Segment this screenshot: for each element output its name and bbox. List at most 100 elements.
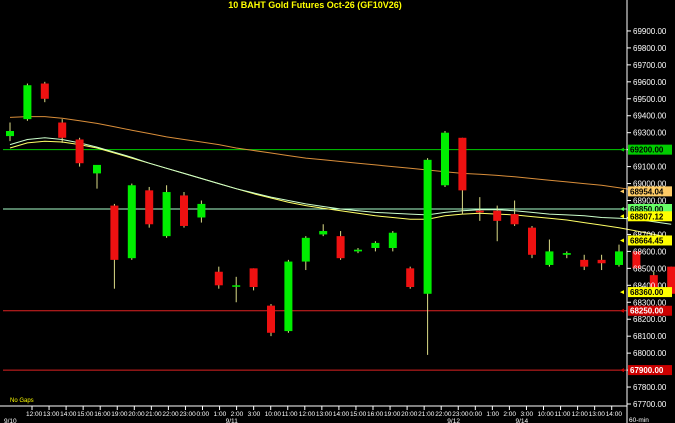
candle-body [110, 205, 119, 260]
x-tick-label: 10:00 [265, 411, 282, 418]
chart-title: 10 BAHT Gold Futures Oct-26 (GF10V26) [228, 0, 402, 10]
date-label: 9/12 [447, 418, 460, 423]
x-tick-label: 16:00 [94, 411, 111, 418]
candle-body [145, 190, 154, 225]
candle-body [388, 232, 397, 248]
x-tick-label: 13:00 [43, 411, 60, 418]
candle-body [319, 231, 328, 235]
x-tick-label: 1:00 [486, 411, 499, 418]
y-tick-label: 69300.00 [633, 129, 667, 138]
candle-body [232, 285, 241, 287]
candle-body [127, 185, 136, 259]
candle-body [528, 227, 536, 255]
x-tick-label: 13:00 [316, 411, 333, 418]
price-chart[interactable]: 67700.00 67800.00 67900.00 68000.00 68100.00… [0, 0, 675, 423]
x-tick-label: 22:00 [435, 411, 452, 418]
date-label: 9/10 [4, 418, 17, 423]
price-tag-label: 68807.12 [630, 212, 664, 221]
x-tick-label: 14:00 [60, 411, 77, 418]
y-tick-label: 69700.00 [633, 61, 667, 70]
candle-body [562, 253, 571, 255]
y-tick-label: 68100.00 [633, 332, 667, 341]
y-tick-label: 68200.00 [633, 315, 667, 324]
x-tick-label: 23:00 [179, 411, 196, 418]
y-tick-label: 68000.00 [633, 349, 667, 358]
x-tick-label: 3:00 [520, 411, 533, 418]
x-tick-label: 20:00 [401, 411, 418, 418]
x-tick-label: 1:00 [214, 411, 227, 418]
x-tick-label: 13:00 [589, 411, 606, 418]
no-gaps-label: No Gaps [10, 398, 34, 404]
chart-background [0, 0, 675, 423]
candle-body [58, 122, 67, 138]
x-tick-label: 11:00 [282, 411, 298, 418]
x-tick-label: 10:00 [538, 411, 555, 418]
candle-body [597, 259, 606, 264]
candle-body [493, 210, 502, 221]
date-label: 9/11 [226, 418, 239, 423]
x-tick-label: 19:00 [384, 411, 401, 418]
x-tick-label: 21:00 [145, 411, 162, 418]
x-tick-label: 14:00 [333, 411, 350, 418]
x-tick-label: 15:00 [350, 411, 367, 418]
candle-body [371, 242, 380, 248]
candle-body [23, 85, 32, 120]
y-tick-label: 67800.00 [633, 383, 667, 392]
price-tag-label: 68954.04 [630, 187, 664, 196]
y-tick-label: 69100.00 [633, 163, 667, 172]
x-tick-label: 22:00 [162, 411, 179, 418]
price-tag-label: 67900.00 [630, 366, 664, 375]
candle-body [458, 137, 467, 191]
x-tick-label: 0:00 [197, 411, 210, 418]
x-tick-label: 12:00 [572, 411, 589, 418]
y-tick-label: 69600.00 [633, 78, 667, 87]
x-tick-label: 23:00 [452, 411, 469, 418]
candle-body [180, 195, 188, 226]
candle-body [301, 237, 310, 262]
x-tick-label: 21:00 [418, 411, 435, 418]
y-tick-label: 69900.00 [633, 27, 667, 36]
candle-body [545, 251, 554, 265]
y-tick-label: 69500.00 [633, 95, 667, 104]
y-tick-label: 69800.00 [633, 44, 667, 53]
candle-body [354, 249, 362, 252]
y-tick-label: 67700.00 [633, 400, 667, 409]
price-tag-label: 68664.45 [630, 236, 664, 245]
candle-body [75, 139, 84, 164]
x-tick-label: 2:00 [503, 411, 516, 418]
price-tag-label: 69200.00 [630, 146, 664, 155]
candle-body [336, 236, 345, 259]
candle-body [162, 192, 171, 237]
x-tick-label: 0:00 [469, 411, 482, 418]
date-label: 9/14 [516, 418, 529, 423]
candle-body [40, 83, 49, 99]
candle-body [615, 251, 623, 265]
candle-body [441, 132, 449, 186]
y-tick-label: 68600.00 [633, 247, 667, 256]
candle-body [510, 214, 519, 225]
x-tick-label: 3:00 [248, 411, 261, 418]
candle-body [93, 164, 101, 174]
candle-body [6, 131, 14, 137]
candle-body [197, 203, 206, 218]
price-tag-label: 68250.00 [630, 307, 664, 316]
x-tick-label: 11:00 [555, 411, 571, 418]
y-tick-label: 68500.00 [633, 264, 667, 273]
y-tick-label: 69400.00 [633, 112, 667, 121]
x-tick-label: 12:00 [299, 411, 316, 418]
x-tick-label: 2:00 [231, 411, 244, 418]
x-tick-label: 12:00 [26, 411, 43, 418]
candle-body [423, 159, 432, 294]
candle-body [475, 210, 484, 213]
candle-body [249, 268, 258, 287]
x-tick-label: 15:00 [77, 411, 94, 418]
timeframe-label: 60-min [629, 417, 649, 423]
candle-body [406, 268, 415, 287]
x-tick-label: 14:00 [606, 411, 623, 418]
candle-body [284, 261, 293, 332]
x-tick-label: 20:00 [128, 411, 145, 418]
x-tick-label: 16:00 [367, 411, 384, 418]
price-tag-label: 68360.00 [630, 288, 664, 297]
candle-body [214, 271, 223, 286]
candle-body [267, 305, 275, 333]
